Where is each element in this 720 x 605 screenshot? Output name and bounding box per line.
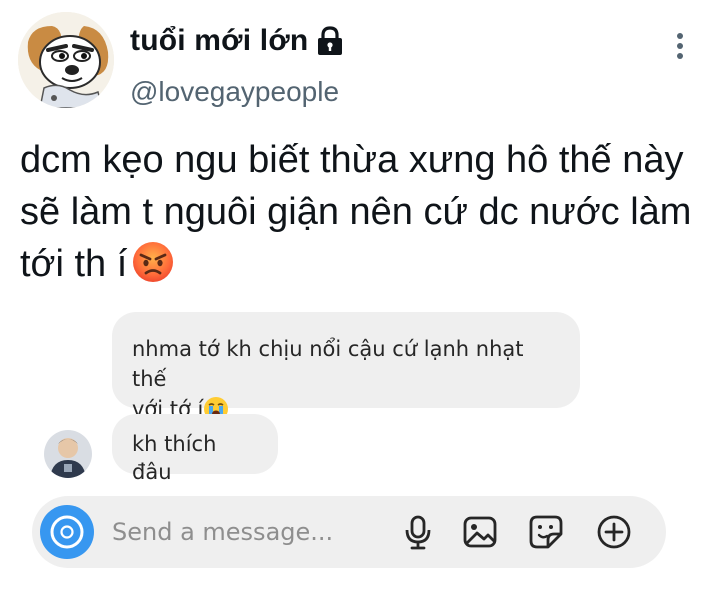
sender-photo-image [44, 430, 92, 478]
sticker-icon[interactable] [528, 514, 564, 550]
cartoon-dog-avatar-image [18, 12, 114, 108]
message-bubble: nhma tớ kh chịu nổi cậu cứ lạnh nhạt thế… [112, 312, 580, 421]
message-text: kh thích đâu [132, 432, 217, 484]
post-header: tuổi mới lớn @lovegaypeople [0, 0, 720, 120]
post-text: dcm kẹo ngu biết thừa xưng hô thế này sẽ… [20, 134, 710, 290]
embedded-chat-screenshot: nhma tớ kh chịu nổi cậu cứ lạnh nhạt thế… [0, 300, 720, 605]
message-input[interactable] [112, 512, 392, 552]
profile-avatar[interactable] [18, 12, 114, 108]
post-text-content: dcm kẹo ngu biết thừa xưng hô thế này sẽ… [20, 139, 692, 285]
camera-button[interactable] [40, 505, 94, 559]
user-handle[interactable]: @lovegaypeople [130, 76, 339, 108]
message-bubble: kh thích đâu [112, 414, 278, 484]
microphone-icon[interactable] [400, 514, 436, 550]
message-text-line: nhma tớ kh chịu nổi cậu cứ lạnh nhạt thế [132, 337, 524, 391]
angry-face-emoji [131, 240, 175, 284]
more-options-icon[interactable] [668, 28, 692, 64]
display-name-row: tuổi mới lớn [130, 24, 344, 58]
image-icon[interactable] [462, 514, 498, 550]
plus-circle-icon[interactable] [596, 514, 632, 550]
sender-avatar[interactable] [44, 430, 92, 478]
message-composer [32, 496, 666, 568]
lock-icon [316, 26, 344, 56]
camera-icon [50, 515, 84, 549]
display-name[interactable]: tuổi mới lớn [130, 24, 308, 58]
